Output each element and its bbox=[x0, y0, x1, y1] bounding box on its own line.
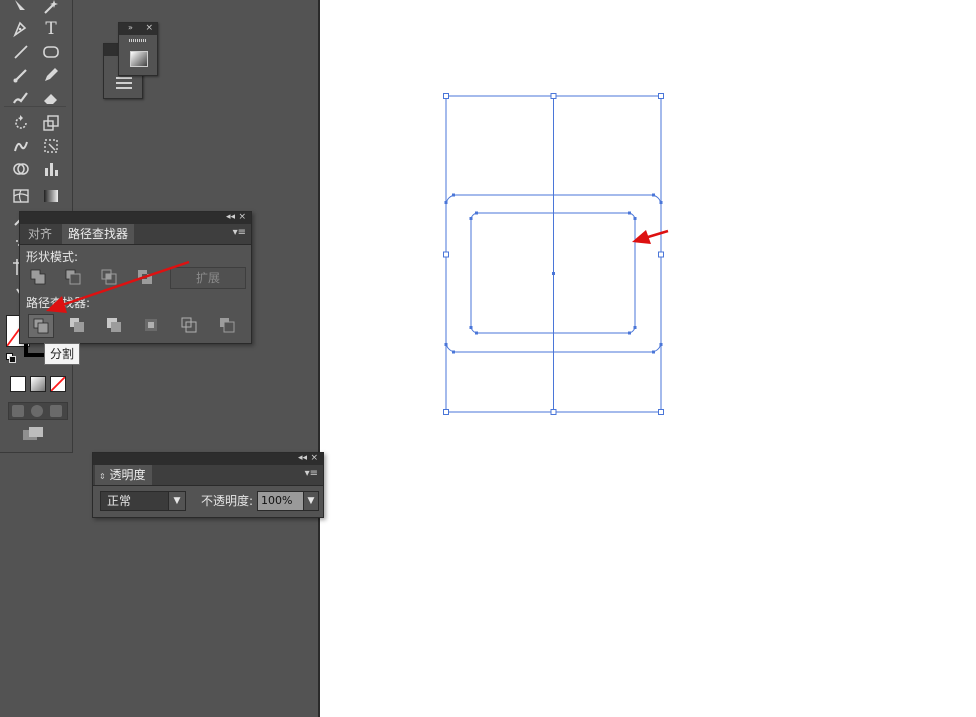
blend-mode-select[interactable]: 正常 ▼ bbox=[100, 491, 186, 511]
close-icon[interactable]: × bbox=[145, 22, 153, 34]
magic-wand-icon[interactable] bbox=[38, 0, 64, 18]
graph-tool-icon[interactable] bbox=[38, 158, 64, 180]
panel-options-icon[interactable]: ⇕ bbox=[99, 472, 106, 481]
close-icon[interactable]: × bbox=[310, 452, 318, 464]
color-mode-icon[interactable] bbox=[10, 376, 26, 392]
artboard-canvas[interactable] bbox=[320, 0, 976, 717]
collapsed-gradient-titlebar[interactable]: » × bbox=[119, 23, 157, 35]
chevron-down-icon[interactable]: ▼ bbox=[303, 492, 318, 510]
paintbrush-icon[interactable] bbox=[8, 64, 34, 86]
divide-tooltip: 分割 bbox=[44, 343, 80, 365]
default-colors-icon[interactable] bbox=[6, 348, 16, 363]
blend-mode-value: 正常 bbox=[107, 494, 132, 508]
tab-transparency[interactable]: ⇕ 透明度 bbox=[95, 465, 152, 485]
transparency-titlebar[interactable]: ◂◂ × bbox=[93, 453, 323, 465]
mesh-tool-icon[interactable] bbox=[8, 185, 34, 207]
draw-behind-icon[interactable] bbox=[31, 405, 43, 417]
line-segment-icon[interactable] bbox=[8, 41, 34, 63]
collapsed-gradient-panel[interactable]: » × bbox=[118, 22, 158, 76]
pencil-icon[interactable] bbox=[38, 64, 64, 86]
exclude-icon[interactable] bbox=[133, 266, 157, 288]
transparency-panel: ◂◂ × ⇕ 透明度 ▾≡ 正常 ▼ 不透明度: 100% ▼ bbox=[92, 452, 324, 518]
merge-icon[interactable] bbox=[102, 314, 126, 336]
type-tool-glyph: T bbox=[45, 19, 57, 39]
opacity-label: 不透明度: bbox=[201, 494, 254, 508]
panel-menu-icon[interactable]: ▾≡ bbox=[305, 468, 318, 479]
pathfinder-tabs: 对齐 路径查找器 ▾≡ bbox=[20, 224, 251, 245]
expand-arrows-icon[interactable]: » bbox=[128, 22, 133, 34]
trim-icon[interactable] bbox=[65, 314, 89, 336]
rotate-tool-icon[interactable] bbox=[8, 112, 34, 134]
divide-icon[interactable] bbox=[28, 314, 54, 338]
collapse-icon[interactable]: ◂◂ bbox=[298, 452, 307, 464]
transparency-tabs: ⇕ 透明度 ▾≡ bbox=[93, 465, 323, 486]
warp-tool-icon[interactable] bbox=[8, 135, 34, 157]
type-tool-icon[interactable]: T bbox=[38, 18, 64, 40]
intersect-icon[interactable] bbox=[97, 266, 121, 288]
shape-modes-label: 形状模式: bbox=[26, 250, 79, 264]
tools-separator bbox=[4, 106, 66, 107]
pen-tool-icon[interactable] bbox=[8, 18, 34, 40]
screen-mode-icon[interactable] bbox=[22, 426, 46, 442]
gradient-icon[interactable] bbox=[130, 51, 148, 67]
direct-selection-icon[interactable] bbox=[8, 0, 34, 18]
pathfinders-label: 路径查找器: bbox=[26, 296, 91, 310]
chevron-down-icon[interactable]: ▼ bbox=[168, 492, 185, 510]
pathfinder-panel: ◂◂ × 对齐 路径查找器 ▾≡ 形状模式: 扩展 路径查找器: bbox=[19, 211, 252, 344]
none-mode-icon[interactable] bbox=[50, 376, 66, 392]
free-transform-icon[interactable] bbox=[38, 135, 64, 157]
pathfinder-titlebar[interactable]: ◂◂ × bbox=[20, 212, 251, 224]
expand-button[interactable]: 扩展 bbox=[170, 267, 246, 289]
gradient-tool-icon[interactable] bbox=[38, 185, 64, 207]
minus-front-icon[interactable] bbox=[61, 266, 85, 288]
unite-icon[interactable] bbox=[26, 266, 50, 288]
scale-tool-icon[interactable] bbox=[38, 112, 64, 134]
tab-transparency-label: 透明度 bbox=[109, 468, 146, 482]
draw-modes-group bbox=[8, 402, 68, 420]
tab-align[interactable]: 对齐 bbox=[22, 224, 58, 244]
tab-pathfinder[interactable]: 路径查找器 bbox=[62, 224, 135, 244]
minus-back-icon[interactable] bbox=[215, 314, 239, 336]
rounded-rectangle-icon[interactable] bbox=[38, 41, 64, 63]
shape-builder-icon[interactable] bbox=[8, 158, 34, 180]
outline-icon[interactable] bbox=[177, 314, 201, 336]
draw-inside-icon[interactable] bbox=[50, 405, 62, 417]
opacity-value: 100% bbox=[261, 494, 293, 507]
gradient-mode-icon[interactable] bbox=[30, 376, 46, 392]
draw-normal-icon[interactable] bbox=[12, 405, 24, 417]
panel-menu-icon[interactable]: ▾≡ bbox=[233, 227, 246, 238]
crop-icon[interactable] bbox=[139, 314, 163, 336]
collapse-icon[interactable]: ◂◂ bbox=[226, 211, 235, 223]
grip-icon bbox=[129, 39, 147, 42]
close-icon[interactable]: × bbox=[238, 211, 246, 223]
opacity-field[interactable]: 100% ▼ bbox=[257, 491, 319, 511]
